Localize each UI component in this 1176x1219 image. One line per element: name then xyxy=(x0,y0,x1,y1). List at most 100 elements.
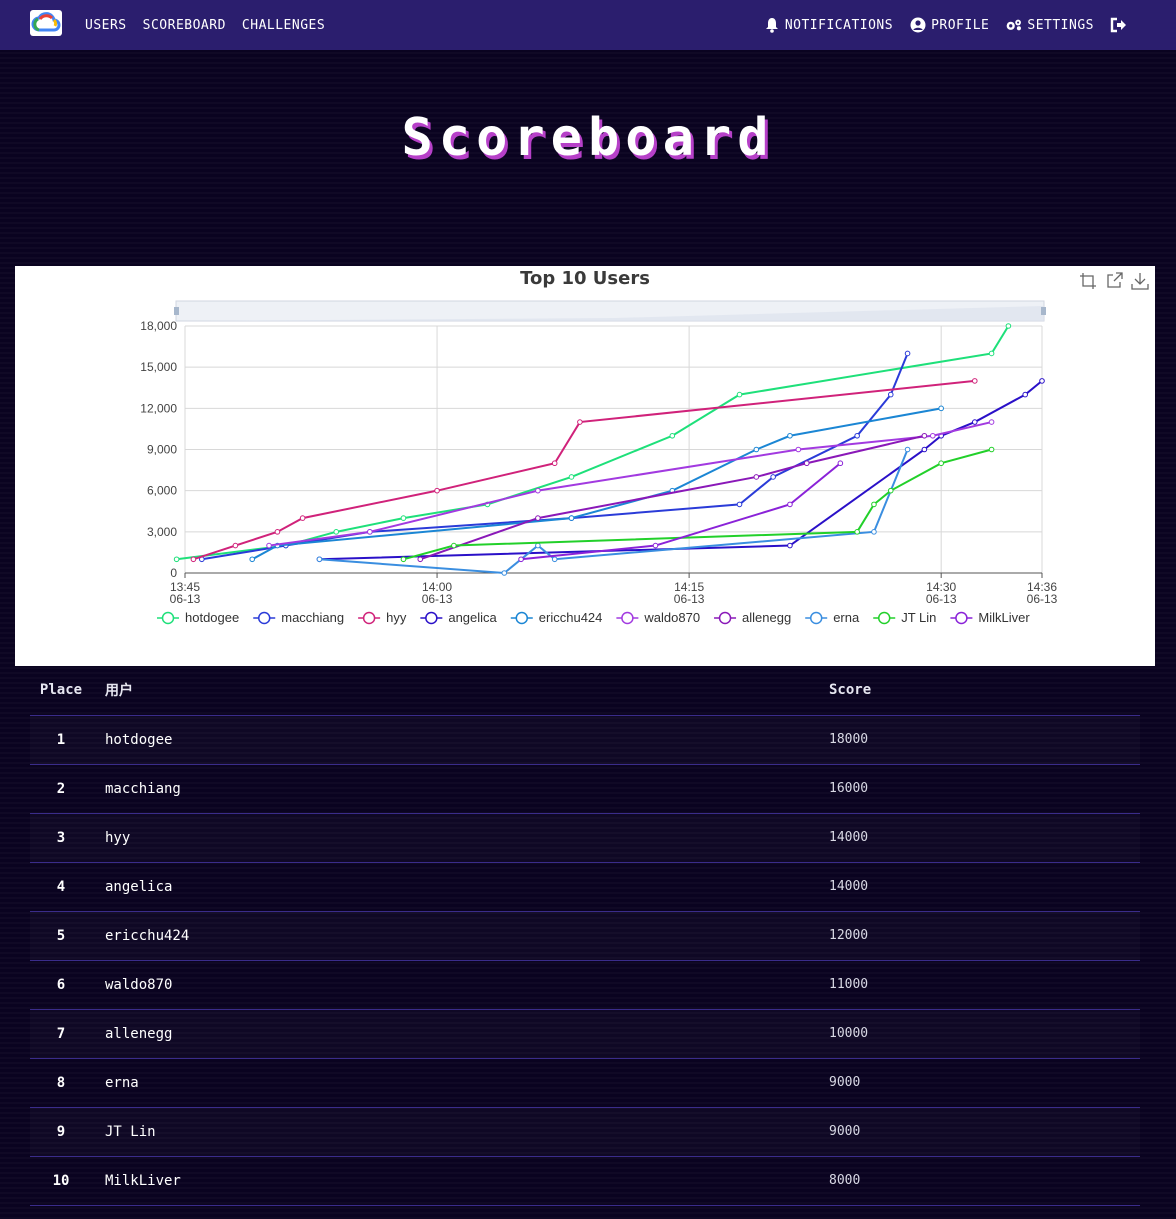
nav-settings-label: SETTINGS xyxy=(1027,17,1094,33)
logout-button[interactable] xyxy=(1110,16,1128,34)
row-score: 9000 xyxy=(829,1058,1140,1108)
data-point xyxy=(316,556,323,563)
data-point xyxy=(904,446,911,453)
data-point xyxy=(535,487,541,494)
data-point xyxy=(551,460,558,467)
data-point xyxy=(299,515,306,521)
data-point xyxy=(1039,378,1045,384)
legend-swatch-marker xyxy=(425,611,438,625)
table-row: 10 MilkLiver 8000 xyxy=(30,1156,1140,1206)
x-tick-date-label: 06-13 xyxy=(1027,592,1058,606)
legend-swatch-marker xyxy=(877,611,891,625)
row-user-link[interactable]: hotdogee xyxy=(92,715,829,765)
table-row: 3 hyy 14000 xyxy=(30,813,1140,863)
y-tick-label: 9,000 xyxy=(147,443,177,457)
row-score: 14000 xyxy=(829,862,1140,912)
cloud-logo-icon xyxy=(31,12,61,32)
row-place: 9 xyxy=(30,1107,92,1157)
data-point xyxy=(854,529,860,535)
row-place: 3 xyxy=(30,813,92,863)
row-place: 2 xyxy=(30,764,92,814)
row-user-link[interactable]: allenegg xyxy=(92,1009,829,1059)
data-point xyxy=(333,529,340,535)
row-user-link[interactable]: ericchu424 xyxy=(92,911,829,961)
data-point xyxy=(921,446,928,453)
y-tick-label: 0 xyxy=(170,566,177,580)
data-point xyxy=(971,419,978,425)
row-score: 18000 xyxy=(829,715,1140,765)
y-tick-label: 15,000 xyxy=(140,360,177,374)
data-point xyxy=(173,556,180,563)
data-point xyxy=(535,542,541,549)
legend-swatch-marker xyxy=(515,611,529,625)
row-user-link[interactable]: MilkLiver xyxy=(92,1156,829,1206)
legend-swatch-marker xyxy=(161,611,175,625)
legend-swatch-marker xyxy=(362,611,376,625)
legend-entry: macchiang xyxy=(281,610,344,625)
row-score: 11000 xyxy=(829,960,1140,1010)
data-point xyxy=(938,405,944,412)
x-tick-date-label: 06-13 xyxy=(674,592,705,606)
table-row: 5 ericchu424 12000 xyxy=(30,911,1140,961)
data-point xyxy=(501,570,508,576)
gears-icon xyxy=(1005,16,1023,34)
nav-notifications-label: NOTIFICATIONS xyxy=(784,17,894,33)
data-point xyxy=(871,529,877,535)
header-place: Place xyxy=(30,666,92,716)
row-score: 10000 xyxy=(829,1009,1140,1059)
legend-entry: allenegg xyxy=(742,610,791,625)
nav-profile-label: PROFILE xyxy=(931,17,990,33)
row-place: 4 xyxy=(30,862,92,912)
data-point xyxy=(249,556,256,563)
nav-profile-link[interactable]: PROFILE xyxy=(909,16,989,34)
brand-logo[interactable] xyxy=(30,10,62,36)
row-score: 14000 xyxy=(829,813,1140,863)
data-point xyxy=(921,432,928,439)
data-point xyxy=(568,515,575,521)
data-point xyxy=(518,556,524,563)
data-point xyxy=(871,501,877,508)
row-user-link[interactable]: JT Lin xyxy=(92,1107,829,1157)
series-line-erna xyxy=(319,449,909,575)
nav-settings-link[interactable]: SETTINGS xyxy=(1005,16,1094,34)
data-point xyxy=(232,542,239,549)
legend-entry: MilkLiver xyxy=(978,610,1030,625)
series-line-waldo870 xyxy=(268,421,992,547)
data-point xyxy=(904,350,911,357)
data-point xyxy=(787,501,793,508)
data-point xyxy=(753,446,760,453)
nav-scoreboard-link[interactable]: SCOREBOARD xyxy=(143,18,226,33)
data-point xyxy=(988,350,995,357)
data-point xyxy=(577,419,583,425)
row-user-link[interactable]: hyy xyxy=(92,813,829,863)
data-point xyxy=(669,432,676,439)
row-place: 10 xyxy=(30,1156,92,1206)
row-user-link[interactable]: erna xyxy=(92,1058,829,1108)
y-tick-label: 3,000 xyxy=(147,525,177,539)
legend-swatch-marker xyxy=(621,611,634,625)
data-point xyxy=(1022,391,1028,398)
x-tick-date-label: 06-13 xyxy=(926,592,957,606)
legend-entry: erna xyxy=(833,610,860,625)
data-point xyxy=(190,556,197,563)
row-user-link[interactable]: macchiang xyxy=(92,764,829,814)
legend-entry: hyy xyxy=(386,610,407,625)
table-header-row: Place 用户 Score xyxy=(30,666,1140,716)
row-score: 16000 xyxy=(829,764,1140,814)
scoreboard-table: Place 用户 Score 1 hotdogee 18000 2 macchi… xyxy=(30,666,1140,1206)
scoreboard-chart-panel: Top 10 Users 0 3,000 6,000 9,000 12,000 15,00… xyxy=(15,266,1155,666)
page-title: Scoreboard xyxy=(401,108,775,168)
data-point xyxy=(753,474,760,480)
legend-entry: JT Lin xyxy=(901,610,936,625)
data-point xyxy=(434,487,440,494)
nav-challenges-link[interactable]: CHALLENGES xyxy=(242,18,325,33)
x-tick-date-label: 06-13 xyxy=(422,592,453,606)
data-point xyxy=(400,556,407,563)
nav-notifications-link[interactable]: NOTIFICATIONS xyxy=(763,16,893,34)
row-user-link[interactable]: waldo870 xyxy=(92,960,829,1010)
nav-users-link[interactable]: USERS xyxy=(85,18,127,33)
row-score: 8000 xyxy=(829,1156,1140,1206)
header-user: 用户 xyxy=(92,666,829,716)
row-user-link[interactable]: angelica xyxy=(92,862,829,912)
table-row: 4 angelica 14000 xyxy=(30,862,1140,912)
